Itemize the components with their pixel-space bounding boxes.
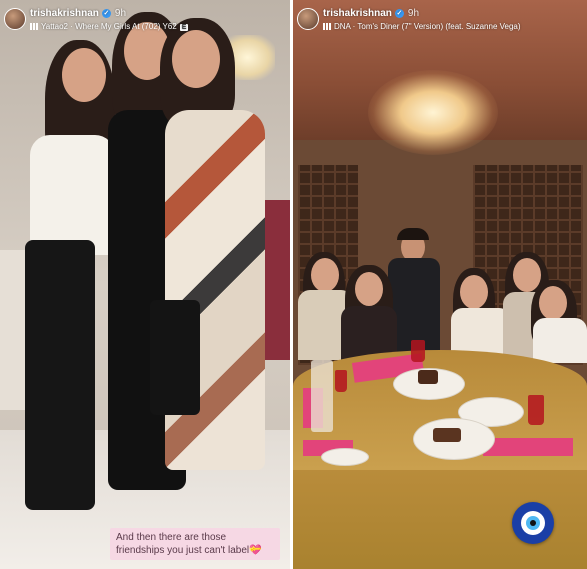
username-text: trishakrishnan bbox=[323, 8, 392, 19]
profile-avatar[interactable] bbox=[4, 8, 26, 30]
plate bbox=[321, 448, 369, 466]
username[interactable]: trishakrishnan ✓ 9h bbox=[323, 8, 419, 19]
evil-eye-icon[interactable] bbox=[512, 502, 554, 544]
story-caption: And then there are those friendships you… bbox=[110, 528, 280, 560]
explicit-badge: E bbox=[179, 24, 189, 31]
story-left[interactable]: trishakrishnan ✓ 9h Yattao2 · Where My Gir… bbox=[0, 0, 290, 569]
chandelier bbox=[368, 70, 498, 155]
napkin bbox=[483, 438, 573, 456]
handbag bbox=[150, 300, 200, 415]
red-glass bbox=[528, 395, 544, 425]
verified-badge-icon: ✓ bbox=[394, 9, 404, 18]
music-track-text: DNA · Tom's Diner (7" Version) (feat. Su… bbox=[334, 22, 521, 31]
music-label[interactable]: DNA · Tom's Diner (7" Version) (feat. Su… bbox=[323, 22, 521, 31]
water-bottle bbox=[311, 360, 333, 432]
post-time: 9h bbox=[407, 8, 420, 19]
music-bars-icon bbox=[30, 23, 38, 30]
post-time: 9h bbox=[114, 8, 127, 19]
story-header: trishakrishnan ✓ 9h DNA · Tom's Diner (7" … bbox=[293, 0, 587, 40]
red-glass bbox=[335, 370, 347, 392]
music-bars-icon bbox=[323, 23, 331, 30]
verified-badge-icon: ✓ bbox=[101, 9, 111, 18]
cake bbox=[418, 370, 438, 384]
profile-avatar[interactable] bbox=[297, 8, 319, 30]
story-header: trishakrishnan ✓ 9h Yattao2 · Where My Gir… bbox=[0, 0, 290, 40]
username[interactable]: trishakrishnan ✓ 9h bbox=[30, 8, 126, 19]
story-right[interactable]: trishakrishnan ✓ 9h DNA · Tom's Diner (7" … bbox=[293, 0, 587, 569]
username-text: trishakrishnan bbox=[30, 8, 99, 19]
red-glass bbox=[411, 340, 425, 362]
music-track-text: Yattao2 · Where My Girls At (702) Y62 bbox=[41, 22, 177, 31]
dessert bbox=[433, 428, 461, 442]
music-label[interactable]: Yattao2 · Where My Girls At (702) Y62 E bbox=[30, 22, 189, 31]
